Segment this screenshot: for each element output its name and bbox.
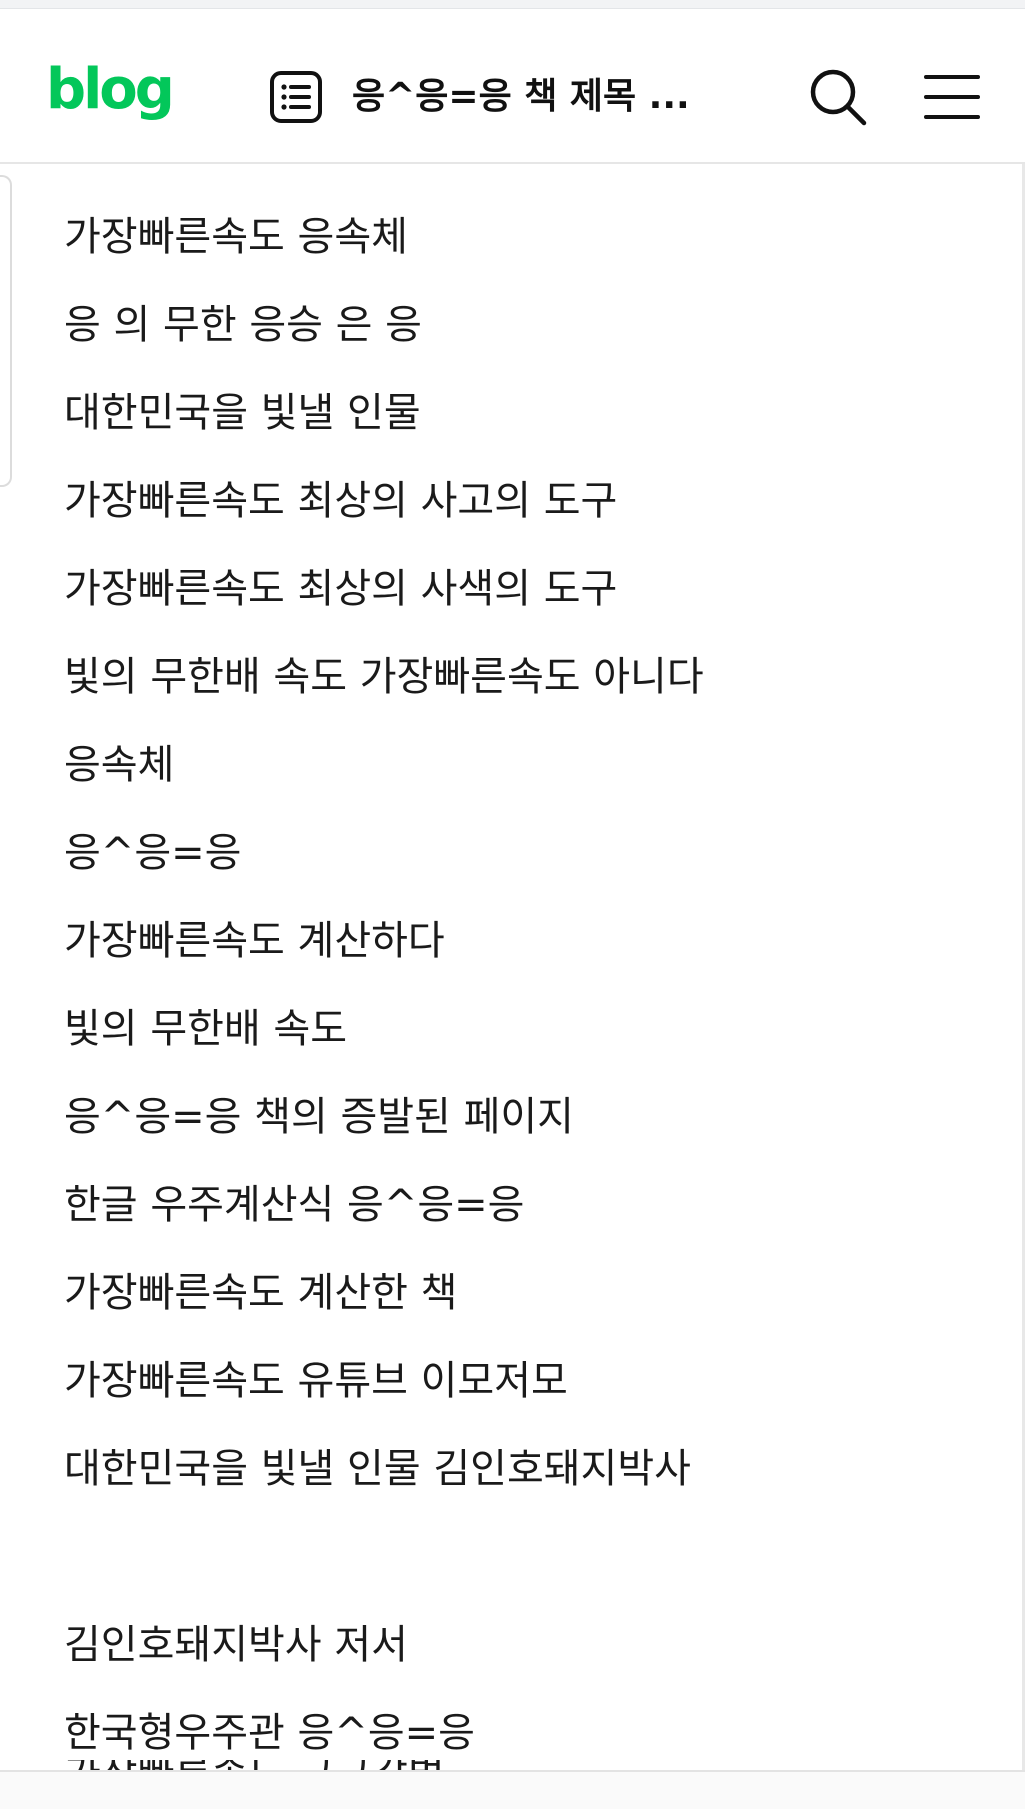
- side-panel-handle[interactable]: [0, 175, 12, 487]
- bottom-bar: [0, 1770, 1025, 1809]
- body-line: 가장빠른속도 근근감법: [64, 1760, 994, 1770]
- body-line: 응^응=응 책의 증발된 페이지: [64, 1094, 574, 1140]
- blog-header: blog 응^응=응 책 제목 ...: [0, 9, 1025, 164]
- hamburger-menu-icon[interactable]: [922, 67, 982, 127]
- body-line: 응속체: [64, 742, 175, 788]
- body-line: 가장빠른속도 계산하다: [64, 918, 445, 964]
- body-line: 김인호돼지박사 저서: [64, 1622, 408, 1668]
- body-line: 응 의 무한 응승 은 응: [64, 302, 422, 348]
- body-line: 빛의 무한배 속도 가장빠른속도 아니다: [64, 654, 704, 700]
- body-line: 가장빠른속도 계산한 책: [64, 1270, 458, 1316]
- body-line: 한국형우주관 응^응=응: [64, 1710, 475, 1756]
- body-line: 가장빠른속도 최상의 사고의 도구: [64, 478, 618, 524]
- body-line: 가장빠른속도 유튜브 이모저모: [64, 1358, 568, 1404]
- post-title[interactable]: 응^응=응 책 제목 ...: [352, 71, 752, 123]
- blog-logo[interactable]: blog: [46, 55, 175, 125]
- search-icon[interactable]: [806, 65, 870, 129]
- body-line: 대한민국을 빛낼 인물: [64, 390, 421, 436]
- body-line: 대한민국을 빛낼 인물 김인호돼지박사: [64, 1446, 691, 1492]
- status-strip: [0, 0, 1025, 9]
- post-body: 가장빠른속도 응속체 응 의 무한 응승 은 응 대한민국을 빛낼 인물 가장빠…: [64, 193, 994, 1763]
- body-line: 한글 우주계산식 응^응=응: [64, 1182, 525, 1228]
- body-line: 가장빠른속도 최상의 사색의 도구: [64, 566, 618, 612]
- post-list-icon[interactable]: [268, 69, 324, 125]
- body-line: 가장빠른속도 응속체: [64, 214, 408, 260]
- body-line: 빛의 무한배 속도: [64, 1006, 348, 1052]
- clipped-line: 가장빠른속도 근근감법: [64, 1760, 994, 1770]
- body-line: 응^응=응: [64, 830, 242, 876]
